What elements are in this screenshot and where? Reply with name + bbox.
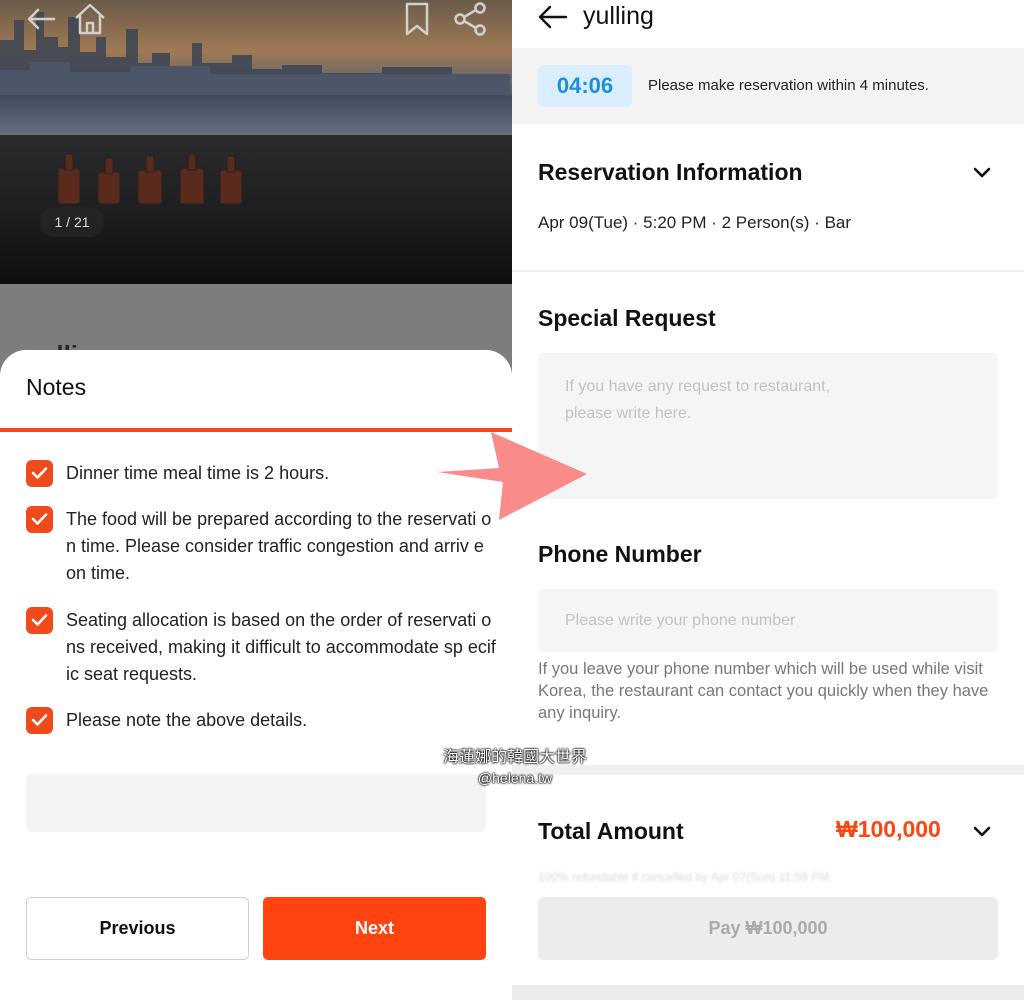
checkbox-check-icon — [31, 467, 48, 479]
note-text: Dinner time meal time is 2 hours. — [66, 463, 330, 483]
watermark: 海蓮娜的韓國大世界 @helena.tw — [430, 748, 600, 788]
checkbox-checked[interactable] — [26, 460, 53, 487]
total-amount-value: ₩100,000 — [836, 816, 941, 842]
special-request-field[interactable] — [538, 353, 998, 499]
phone-number-field[interactable] — [538, 589, 998, 652]
special-request-title: Special Request — [538, 305, 716, 331]
left-screen: 1 / 21 yulling Notes Dinner time meal ti… — [0, 0, 512, 1000]
checkbox-checked[interactable] — [26, 607, 53, 634]
bottom-strip — [512, 985, 1024, 1000]
chevron-down-icon[interactable] — [972, 165, 992, 181]
reservation-info-title: Reservation Information — [538, 159, 803, 185]
bottles-graphic — [57, 153, 243, 205]
checkbox-check-icon — [31, 714, 48, 726]
back-arrow-icon[interactable] — [24, 2, 58, 36]
checkbox-checked[interactable] — [26, 506, 53, 533]
watermark-line-2: @helena.tw — [477, 770, 553, 786]
phone-number-title: Phone Number — [538, 541, 702, 567]
chevron-down-icon[interactable] — [972, 824, 992, 840]
reservation-details: Apr 09(Tue) · 5:20 PM · 2 Person(s) · Ba… — [538, 213, 852, 232]
back-arrow-icon[interactable] — [538, 4, 568, 30]
share-icon[interactable] — [452, 2, 488, 36]
timer-message: Please make reservation within 4 minutes… — [648, 77, 929, 94]
pay-button[interactable]: Pay ₩100,000 — [538, 897, 998, 960]
bookmark-icon[interactable] — [402, 2, 432, 36]
sheet-divider — [0, 428, 512, 432]
notes-bottom-sheet: Notes Dinner time meal time is 2 hours. … — [0, 350, 512, 1000]
phone-help-text: If you leave your phone number which wil… — [538, 660, 989, 722]
refund-note: 100% refundable if cancelled by Apr 07(S… — [538, 870, 833, 884]
sheet-empty-box — [26, 774, 486, 832]
restaurant-photo[interactable]: 1 / 21 — [0, 0, 512, 284]
page-title: yulling — [583, 2, 654, 30]
next-button[interactable]: Next — [263, 897, 486, 960]
previous-button[interactable]: Previous — [26, 897, 249, 960]
note-text: Seating allocation is based on the order… — [66, 610, 496, 684]
checkbox-check-icon — [31, 513, 48, 525]
checkbox-checked[interactable] — [26, 707, 53, 734]
total-amount-label: Total Amount — [538, 818, 684, 844]
checkbox-check-icon — [31, 614, 48, 626]
watermark-line-1: 海蓮娜的韓國大世界 — [442, 749, 587, 766]
timer-banner: 04:06 Please make reservation within 4 m… — [512, 48, 1024, 124]
note-text: Please note the above details. — [66, 710, 308, 730]
right-screen: yulling 04:06 Please make reservation wi… — [512, 0, 1024, 1000]
home-icon[interactable] — [72, 2, 108, 36]
section-divider — [512, 270, 1024, 272]
note-text: The food will be prepared according to t… — [66, 509, 492, 583]
pointer-arrow-graphic — [437, 432, 587, 520]
sheet-title: Notes — [26, 374, 87, 400]
photo-counter: 1 / 21 — [40, 207, 104, 237]
countdown-timer: 04:06 — [538, 65, 632, 107]
